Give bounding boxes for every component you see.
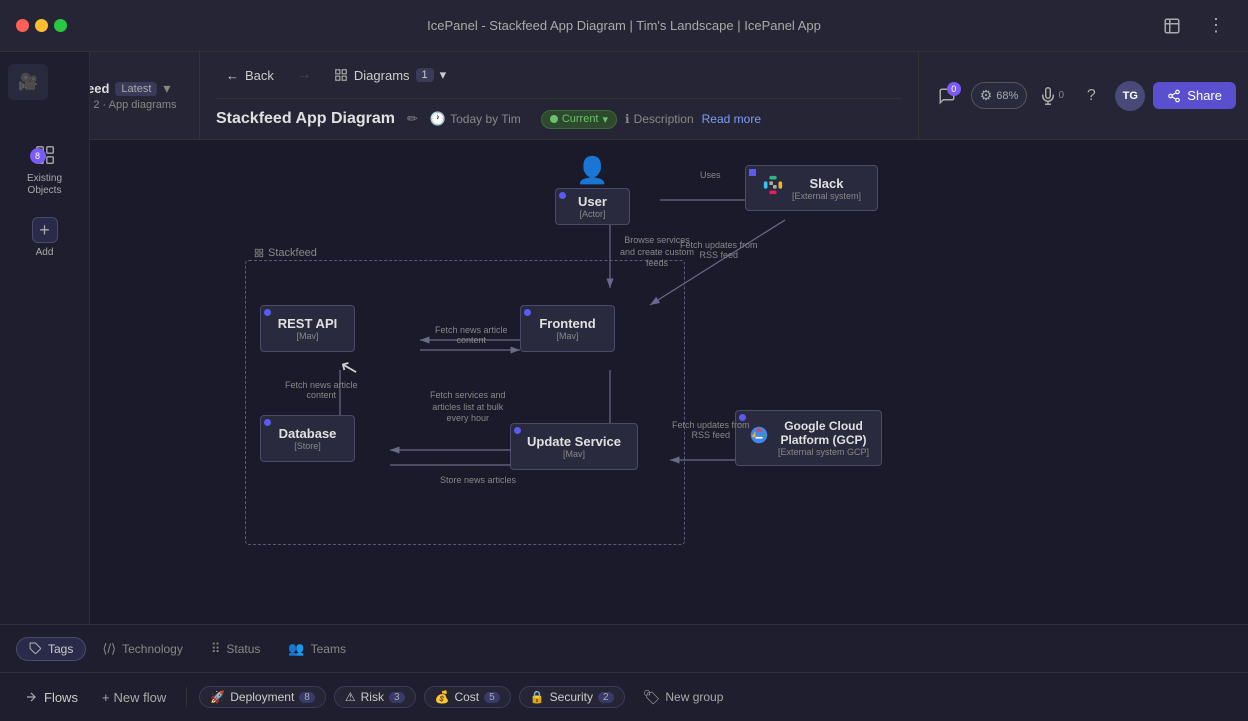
tab-teams[interactable]: 👥 Teams <box>276 637 358 661</box>
camera-button[interactable]: 🎥 <box>8 64 48 100</box>
arrow-label-rss1: Fetch updates fromRSS feed <box>680 240 758 260</box>
help-button[interactable]: ? <box>1075 80 1107 112</box>
flows-button[interactable]: Flows <box>16 686 86 709</box>
ai-score-badge[interactable]: ⚙ 68% <box>971 82 1028 109</box>
diagram-title: Stackfeed App Diagram <box>216 110 395 128</box>
user-node[interactable]: 👤 User [Actor] <box>555 155 630 225</box>
maximize-button[interactable] <box>54 19 67 32</box>
titlebar: IcePanel - Stackfeed App Diagram | Tim's… <box>0 0 1248 52</box>
read-more-link[interactable]: Read more <box>702 112 761 126</box>
tag-icon <box>29 642 42 655</box>
group-label: Stackfeed <box>254 247 317 259</box>
bottom-chips: Flows + New flow 🚀 Deployment 8 ⚠ Risk 3… <box>0 673 1248 721</box>
stackfeed-group-label: Stackfeed <box>268 247 317 259</box>
version-dropdown-icon[interactable]: ▾ <box>163 80 170 97</box>
bottom-tabs: Tags ⟨/⟩ Technology ⠿ Status 👥 Teams <box>0 625 1248 673</box>
update-service-node[interactable]: Update Service [Mav] <box>510 423 638 470</box>
description-link[interactable]: ℹ Description <box>625 112 694 126</box>
notifications-button[interactable]: 0 <box>931 80 963 112</box>
window-title: IcePanel - Stackfeed App Diagram | Tim's… <box>427 18 821 33</box>
gcp-icon <box>748 424 770 446</box>
tab-status-label: Status <box>226 642 260 656</box>
existing-objects-count: 8 <box>30 148 46 164</box>
security-chip[interactable]: 🔒 Security 2 <box>519 686 625 708</box>
mic-icon <box>1039 87 1057 105</box>
left-sidebar: 🎥 8 Existing Objects + Add <box>0 52 90 672</box>
diagram-canvas[interactable]: Stackfeed 👤 User [Actor] REST API [Mav] … <box>90 140 1248 624</box>
back-button[interactable]: ← Back <box>216 64 284 87</box>
slack-node[interactable]: Slack [External system] <box>745 165 878 211</box>
deployment-chip[interactable]: 🚀 Deployment 8 <box>199 686 326 708</box>
rest-api-node[interactable]: REST API [Mav] <box>260 305 355 352</box>
share-button[interactable]: Share <box>1153 82 1236 109</box>
bottom-bar: Tags ⟨/⟩ Technology ⠿ Status 👥 Teams Flo… <box>0 624 1248 720</box>
edit-icon[interactable]: ✏ <box>407 111 418 127</box>
close-button[interactable] <box>16 19 29 32</box>
version-badge: Latest <box>115 82 157 96</box>
new-group-button[interactable]: 🏷 New group <box>633 686 734 709</box>
arrow-label-store: Store news articles <box>440 475 516 485</box>
more-options-icon[interactable]: ⋮ <box>1200 10 1232 42</box>
add-label: Add <box>36 247 54 258</box>
traffic-lights <box>16 19 67 32</box>
existing-objects-label: Existing Objects <box>17 173 73 197</box>
diagrams-icon <box>334 68 348 82</box>
security-label: Security <box>550 690 593 704</box>
titlebar-right: ⋮ <box>1156 10 1232 42</box>
tab-technology[interactable]: ⟨/⟩ Technology <box>90 637 194 661</box>
database-node[interactable]: Database [Store] <box>260 415 355 462</box>
frontend-node[interactable]: Frontend [Mav] <box>520 305 615 352</box>
arrow-label-fetch2: Fetch news articlecontent <box>285 380 358 400</box>
share-icon <box>1167 89 1181 103</box>
existing-objects-button[interactable]: 8 Existing Objects <box>9 136 81 205</box>
slack-icon <box>762 174 784 196</box>
arrow-label-fetch3: Fetch services andarticles list at bulke… <box>430 390 506 425</box>
extensions-icon[interactable] <box>1156 10 1188 42</box>
minimize-button[interactable] <box>35 19 48 32</box>
risk-chip[interactable]: ⚠ Risk 3 <box>334 686 416 708</box>
cost-count: 5 <box>484 692 500 703</box>
mic-button[interactable]: 0 <box>1035 80 1067 112</box>
security-count: 2 <box>598 692 614 703</box>
avatar[interactable]: TG <box>1115 81 1145 111</box>
tab-technology-label: Technology <box>122 642 183 656</box>
cost-label: Cost <box>454 690 479 704</box>
add-button[interactable]: + Add <box>9 209 81 266</box>
current-badge[interactable]: Current ▾ <box>541 110 617 129</box>
deployment-label: Deployment <box>230 690 294 704</box>
arrow-label-rss2: Fetch updates fromRSS feed <box>672 420 750 440</box>
tab-teams-label: Teams <box>311 642 346 656</box>
tab-status[interactable]: ⠿ Status <box>199 637 273 661</box>
risk-label: Risk <box>361 690 384 704</box>
deployment-count: 8 <box>299 692 315 703</box>
diagrams-nav[interactable]: Diagrams 1 ▾ <box>324 63 456 87</box>
arrow-label-fetch: Fetch news articlecontent <box>435 325 508 345</box>
chip-divider <box>186 687 187 707</box>
timestamp: 🕐 Today by Tim <box>430 111 521 127</box>
risk-count: 3 <box>389 692 405 703</box>
new-flow-button[interactable]: + New flow <box>94 686 174 709</box>
titlebar-left <box>16 19 75 32</box>
tab-tags-label: Tags <box>48 642 73 656</box>
gcp-node[interactable]: Google CloudPlatform (GCP) [External sys… <box>735 410 882 466</box>
tab-tags[interactable]: Tags <box>16 637 86 661</box>
notifications-badge: 0 <box>947 82 961 96</box>
arrow-label-uses: Uses <box>700 170 721 180</box>
flows-icon <box>24 690 38 704</box>
cost-chip[interactable]: 💰 Cost 5 <box>424 686 511 708</box>
